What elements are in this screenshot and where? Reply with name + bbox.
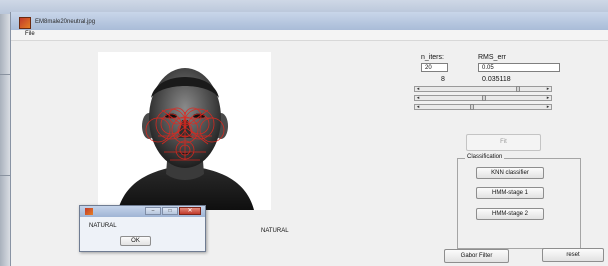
hmm-stage-2-button[interactable]: HMM-stage 2 xyxy=(476,208,544,220)
arrow-right-icon[interactable]: ▸ xyxy=(545,95,551,101)
arrow-right-icon[interactable]: ▸ xyxy=(545,86,551,92)
arrow-right-icon[interactable]: ▸ xyxy=(545,104,551,110)
iterations-readout: 8 xyxy=(441,76,445,83)
fit-button[interactable]: Fit xyxy=(466,134,541,151)
face-image xyxy=(98,52,271,210)
menubar xyxy=(11,30,608,41)
menu-file[interactable]: File xyxy=(25,31,35,37)
ok-button[interactable]: OK xyxy=(120,236,151,246)
arrow-left-icon[interactable]: ◂ xyxy=(415,95,421,101)
matlab-icon xyxy=(85,208,93,215)
reset-button[interactable]: reset xyxy=(542,248,604,262)
rms-err-input[interactable]: 0.05 xyxy=(478,63,560,72)
matlab-icon xyxy=(19,17,31,29)
n-iters-input[interactable]: 20 xyxy=(421,63,448,72)
slider-thumb[interactable] xyxy=(482,95,486,101)
rms-err-label: RMS_err xyxy=(478,54,507,61)
dialog-message: NATURAL xyxy=(89,223,117,229)
minimize-icon[interactable]: – xyxy=(145,207,161,215)
result-label: NATURAL xyxy=(261,228,289,234)
hmm-stage-1-button[interactable]: HMM-stage 1 xyxy=(476,187,544,199)
slider-thumb[interactable] xyxy=(469,104,474,110)
window-titlebar[interactable]: EM8male20neutral.jpg xyxy=(11,12,608,31)
background-window-edge xyxy=(0,14,10,266)
knn-classifier-button[interactable]: KNN classifier xyxy=(476,167,544,179)
desktop: EM8male20neutral.jpg File n_iters: RMS_e… xyxy=(0,0,608,266)
message-dialog: – □ ✕ NATURAL OK xyxy=(79,205,206,252)
arrow-left-icon[interactable]: ◂ xyxy=(415,86,421,92)
rms-readout: 0.035118 xyxy=(482,76,511,83)
slider-thumb[interactable] xyxy=(516,86,521,92)
maximize-icon[interactable]: □ xyxy=(162,207,178,215)
n-iters-label: n_iters: xyxy=(421,54,444,61)
close-icon[interactable]: ✕ xyxy=(179,207,201,215)
dialog-titlebar[interactable]: – □ ✕ xyxy=(80,206,205,217)
slider-2[interactable]: ◂ ▸ xyxy=(414,95,552,101)
classification-panel-title: Classification xyxy=(465,154,505,160)
slider-1[interactable]: ◂ ▸ xyxy=(414,86,552,92)
window-title: EM8male20neutral.jpg xyxy=(35,19,96,25)
slider-3[interactable]: ◂ ▸ xyxy=(414,104,552,110)
arrow-left-icon[interactable]: ◂ xyxy=(415,104,421,110)
gabor-filter-button[interactable]: Gabor Filter xyxy=(444,249,509,263)
image-axes xyxy=(98,52,271,210)
background-window-scrollbar[interactable] xyxy=(0,74,10,176)
